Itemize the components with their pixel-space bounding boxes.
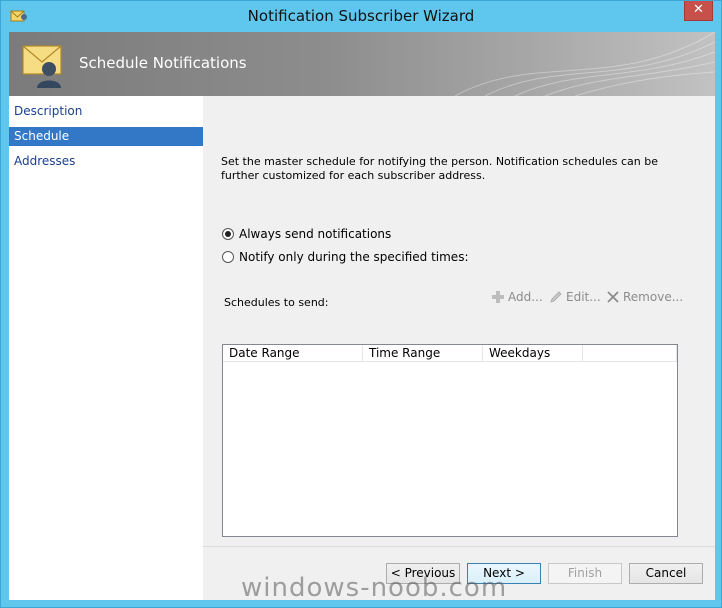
notify-specified-radio[interactable]: Notify only during the specified times: [222,250,468,264]
schedule-description: Set the master schedule for notifying th… [221,155,658,182]
nav-item-schedule[interactable]: Schedule [9,127,203,146]
content-panel: Set the master schedule for notifying th… [203,96,715,546]
cancel-button[interactable]: Cancel [629,563,703,584]
banner-wave-graphic [454,32,715,96]
close-button[interactable]: ✕ [684,1,713,21]
notify-specified-label: Notify only during the specified times: [239,250,469,264]
nav-item-description[interactable]: Description [9,102,203,121]
wizard-client-area: Schedule Notifications Description Sched… [9,32,715,600]
footer-divider [203,546,715,547]
radio-unchecked-icon [222,251,234,263]
x-icon [607,291,619,303]
page-title: Schedule Notifications [79,54,247,72]
column-filler [583,345,677,362]
edit-button[interactable]: Edit... [549,290,601,304]
window-title: Notification Subscriber Wizard [247,7,475,25]
wizard-nav: Description Schedule Addresses [9,96,203,600]
title-bar[interactable]: Notification Subscriber Wizard ✕ [1,1,721,32]
column-time-range[interactable]: Time Range [363,345,483,362]
nav-item-addresses[interactable]: Addresses [9,152,203,171]
always-send-label: Always send notifications [239,227,392,241]
wizard-window: Notification Subscriber Wizard ✕ Schedul… [0,0,722,608]
column-weekdays[interactable]: Weekdays [483,345,583,362]
pencil-icon [550,291,562,303]
always-send-radio[interactable]: Always send notifications [222,227,391,241]
remove-label: Remove... [623,290,684,304]
watermark-text: windows-noob.com [241,573,508,603]
envelope-person-icon [22,45,62,88]
finish-button[interactable]: Finish [548,563,622,584]
close-icon: ✕ [693,2,704,17]
schedules-list[interactable]: Date Range Time Range Weekdays [222,344,678,537]
edit-label: Edit... [566,290,601,304]
column-date-range[interactable]: Date Range [223,345,363,362]
remove-button[interactable]: Remove... [606,290,683,304]
add-label: Add... [508,290,543,304]
plus-icon [492,291,504,303]
wizard-banner: Schedule Notifications [9,32,715,96]
add-button[interactable]: Add... [491,290,543,304]
radio-checked-icon [222,228,234,240]
schedules-label: Schedules to send: [224,296,329,309]
